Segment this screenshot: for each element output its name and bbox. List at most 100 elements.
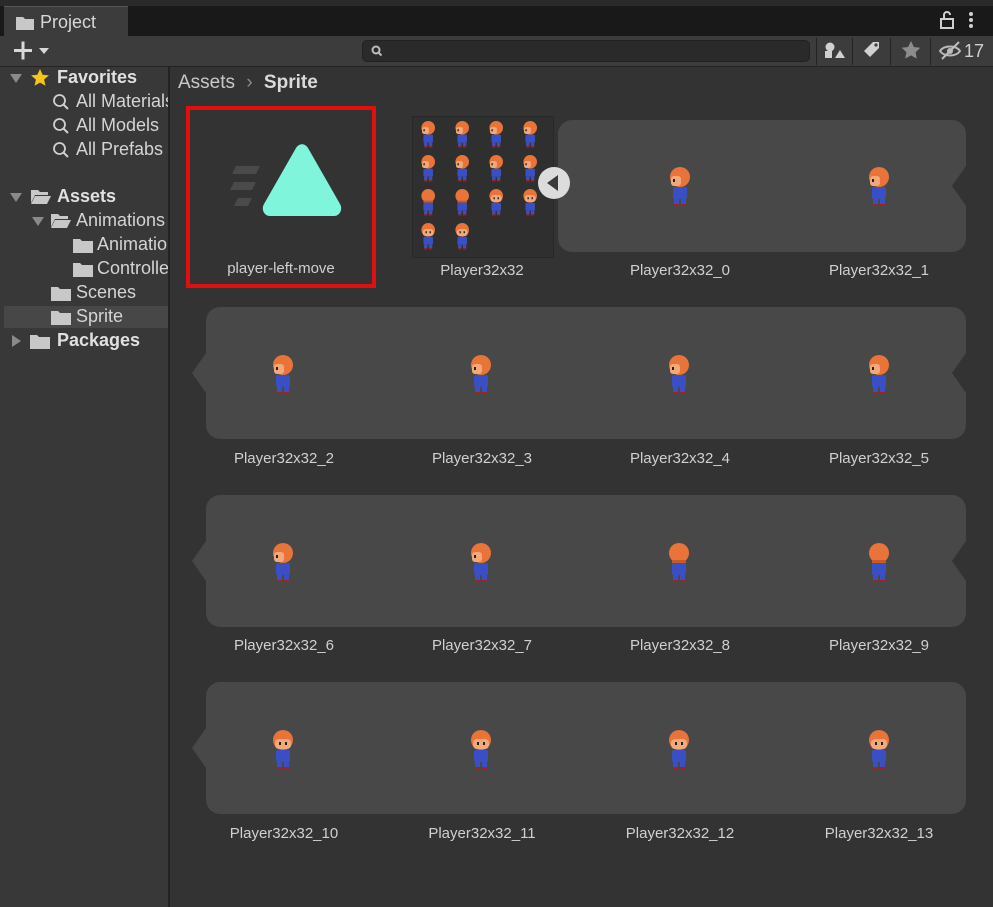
assets-fold-arrow[interactable] [8, 189, 24, 210]
sprite-thumbnail-image[interactable] [452, 221, 472, 251]
group-edge-notch [952, 353, 966, 393]
folder-icon [51, 311, 71, 325]
folder-icon [73, 263, 93, 277]
sprite-thumbnail-image[interactable] [466, 540, 496, 584]
tab-project[interactable]: Project [4, 6, 128, 36]
asset-tile-player-left-move[interactable]: player-left-move [186, 106, 376, 288]
chevron-down-icon [39, 48, 49, 54]
filter-by-label-button[interactable] [856, 38, 888, 64]
folder-icon [51, 287, 71, 301]
asset-label: player-left-move [227, 260, 335, 277]
asset-label: Player32x32_3 [431, 450, 533, 467]
triangle-down-icon [32, 217, 44, 226]
favorite-search-button[interactable] [894, 38, 926, 64]
search-icon [53, 142, 69, 158]
sidebar-item-animations[interactable]: Animations [76, 210, 168, 231]
packages-fold-arrow[interactable] [8, 333, 24, 354]
triangle-down-icon [10, 193, 22, 202]
sprite-group-row-3 [206, 495, 966, 627]
sprite-thumbnail-image[interactable] [665, 164, 695, 208]
shapes-icon [825, 42, 845, 58]
asset-label: Player32x32_4 [629, 450, 731, 467]
sprite-thumbnail-image[interactable] [664, 540, 694, 584]
sprite-thumbnail-image[interactable] [268, 727, 298, 771]
lock-icon[interactable] [940, 11, 954, 29]
tab-controls [939, 10, 979, 35]
toolbar-divider [816, 38, 817, 65]
sidebar-item-all-prefabs[interactable]: All Prefabs [76, 139, 168, 160]
sprite-thumbnail-image[interactable] [418, 187, 438, 217]
sidebar-item-sprite[interactable]: Sprite [76, 306, 123, 327]
group-edge-notch [192, 541, 206, 581]
asset-label: Player32x32_10 [229, 825, 339, 842]
sprite-group-row-2 [206, 307, 966, 439]
sprite-thumbnail-image[interactable] [864, 727, 894, 771]
asset-label: Player32x32_8 [629, 637, 731, 654]
triangle-left-icon [547, 175, 558, 191]
sprite-thumbnail-image[interactable] [418, 153, 438, 183]
sprite-thumbnail-image[interactable] [520, 187, 540, 217]
search-input[interactable] [362, 40, 810, 62]
more-options-icon[interactable] [969, 12, 973, 28]
sprite-thumbnail-image[interactable] [466, 727, 496, 771]
eye-hidden-icon [938, 41, 962, 60]
animation-clip-icon [230, 144, 342, 216]
sprite-thumbnail-image[interactable] [486, 187, 506, 217]
collapse-sprites-button[interactable] [538, 167, 570, 199]
sprite-thumbnail-image[interactable] [520, 119, 540, 149]
asset-label: Player32x32 [440, 262, 524, 279]
star-icon [31, 69, 49, 86]
sprite-thumbnail-image[interactable] [664, 352, 694, 396]
sprite-thumbnail-image[interactable] [268, 352, 298, 396]
sprite-thumbnail-image[interactable] [520, 153, 540, 183]
sprite-thumbnail-image[interactable] [486, 119, 506, 149]
search-icon [53, 118, 69, 134]
toolbar-divider [890, 38, 891, 65]
create-button[interactable] [12, 40, 52, 67]
sprite-thumbnail-image[interactable] [452, 153, 472, 183]
asset-label: Player32x32_5 [828, 450, 930, 467]
hidden-packages-toggle[interactable]: 17 [938, 38, 990, 64]
favorites-fold-arrow[interactable] [8, 70, 24, 91]
sprite-thumbnail-image[interactable] [864, 164, 894, 208]
sidebar-item-scenes[interactable]: Scenes [76, 282, 136, 303]
sprite-thumbnail-image[interactable] [664, 727, 694, 771]
folder-icon [30, 335, 50, 349]
group-edge-notch [952, 541, 966, 581]
filter-by-type-button[interactable] [818, 38, 850, 64]
sprite-thumbnail-image[interactable] [418, 221, 438, 251]
asset-label: Player32x32_0 [629, 262, 731, 279]
triangle-down-icon [10, 74, 22, 83]
breadcrumb-assets[interactable]: Assets [178, 72, 235, 93]
folder-icon [16, 17, 34, 30]
sidebar-item-all-materials[interactable]: All Materials [76, 91, 168, 112]
sprite-group-row-1 [558, 120, 966, 252]
sidebar-item-animations-sub[interactable]: Animations [97, 234, 168, 255]
sprite-thumbnail-image[interactable] [486, 153, 506, 183]
sidebar-assets[interactable]: Assets [57, 186, 116, 207]
sprite-thumbnail-image[interactable] [268, 540, 298, 584]
folder-open-icon [31, 190, 51, 204]
sidebar-favorites[interactable]: Favorites [57, 67, 137, 88]
sprite-thumbnail-image[interactable] [452, 187, 472, 217]
asset-label: Player32x32_9 [828, 637, 930, 654]
animations-fold-arrow[interactable] [30, 213, 46, 234]
window-tab-bar [0, 0, 993, 36]
group-edge-notch [952, 166, 966, 206]
group-edge-notch [192, 353, 206, 393]
sprite-thumbnail-image[interactable] [864, 352, 894, 396]
asset-label: Player32x32_2 [233, 450, 335, 467]
sidebar-item-all-models[interactable]: All Models [76, 115, 168, 136]
search-icon [53, 94, 69, 110]
asset-label: Player32x32_1 [828, 262, 930, 279]
group-edge-notch [192, 728, 206, 768]
sidebar-packages[interactable]: Packages [57, 330, 140, 351]
breadcrumb: Assets › Sprite [178, 72, 318, 94]
breadcrumb-sprite[interactable]: Sprite [264, 72, 318, 93]
sidebar-item-controllers[interactable]: Controllers [97, 258, 168, 279]
triangle-right-icon [12, 335, 21, 347]
sprite-thumbnail-image[interactable] [864, 540, 894, 584]
sprite-thumbnail-image[interactable] [418, 119, 438, 149]
sprite-thumbnail-image[interactable] [466, 352, 496, 396]
sprite-thumbnail-image[interactable] [452, 119, 472, 149]
